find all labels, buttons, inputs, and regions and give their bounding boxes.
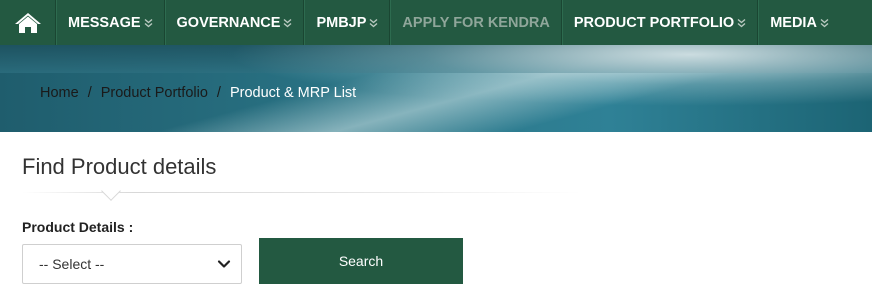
nav-item-pmbjp[interactable]: PMBJP (304, 0, 391, 45)
divider-notch (101, 181, 121, 201)
product-details-select[interactable]: -- Select -- (22, 244, 242, 284)
chevron-down-icon (217, 260, 231, 268)
nav-item-apply-for-kendra[interactable]: APPLY FOR KENDRA (390, 0, 562, 45)
breadcrumb-product-portfolio-link[interactable]: Product Portfolio (101, 85, 208, 101)
nav-item-label: MESSAGE (68, 14, 141, 31)
page-title: Find Product details (22, 154, 217, 179)
nav-item-label: PRODUCT PORTFOLIO (573, 14, 735, 31)
nav-item-governance[interactable]: GOVERNANCE (164, 0, 305, 45)
breadcrumb: Home / Product Portfolio / Product & MRP… (40, 85, 356, 101)
double-chevron-down-icon (369, 18, 378, 30)
breadcrumb-separator: / (216, 85, 221, 101)
page-banner: Home / Product Portfolio / Product & MRP… (0, 45, 872, 132)
product-details-label: Product Details : (22, 219, 134, 235)
double-chevron-down-icon (283, 18, 292, 30)
nav-item-label: GOVERNANCE (176, 14, 281, 31)
home-icon (14, 12, 41, 33)
nav-item-label: APPLY FOR KENDRA (402, 14, 550, 31)
banner-highlight (150, 45, 872, 115)
double-chevron-down-icon (820, 18, 829, 30)
double-chevron-down-icon (737, 18, 746, 30)
select-value: -- Select -- (39, 256, 105, 272)
breadcrumb-home-link[interactable]: Home (40, 85, 79, 101)
breadcrumb-separator: / (87, 85, 92, 101)
nav-item-product-portfolio[interactable]: PRODUCT PORTFOLIO (561, 0, 759, 45)
breadcrumb-current: Product & MRP List (229, 85, 357, 101)
search-button[interactable]: Search (259, 238, 463, 284)
main-navbar: MESSAGE GOVERNANCE PMBJP APPLY FOR KENDR… (0, 0, 872, 45)
nav-item-label: PMBJP (316, 14, 367, 31)
nav-item-label: MEDIA (770, 14, 817, 31)
nav-item-media[interactable]: MEDIA (758, 0, 872, 45)
nav-item-message[interactable]: MESSAGE (56, 0, 165, 45)
home-button[interactable] (0, 0, 56, 45)
double-chevron-down-icon (144, 18, 153, 30)
